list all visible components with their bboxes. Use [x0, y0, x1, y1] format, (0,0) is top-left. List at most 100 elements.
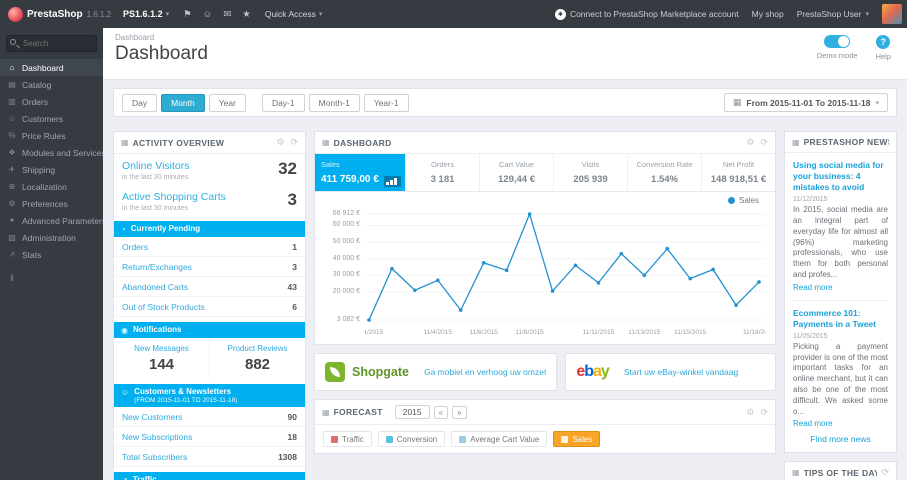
breadcrumb[interactable]: Dashboard — [115, 33, 895, 42]
refresh-icon[interactable]: ⟳ — [290, 137, 298, 148]
legend-dot-icon — [727, 197, 735, 204]
sidebar-item-dashboard[interactable]: ⌂ Dashboard — [0, 59, 103, 76]
online-visitors-link[interactable]: Online Visitors — [122, 160, 190, 172]
calendar-icon: ▦ — [732, 97, 742, 107]
new-subscriptions-link[interactable]: New Subscriptions — [122, 432, 192, 442]
average-cart-value-swatch-icon — [459, 435, 467, 443]
sidebar-item-stats[interactable]: ↗ Stats — [0, 246, 103, 263]
out-of-stock-link[interactable]: Out of Stock Products — [122, 302, 205, 312]
new-messages-label: New Messages — [134, 344, 189, 353]
forecast-prev-button[interactable]: « — [433, 405, 449, 419]
kpi-cart-value-value: 129,44 € — [498, 174, 535, 185]
ebay-promo-link[interactable]: Start uw eBay-winkel vandaag — [624, 367, 738, 377]
new-customers-row: New Customers 90 — [114, 407, 305, 427]
help-icon[interactable]: ? — [876, 35, 891, 49]
price-rules-icon: % — [8, 131, 16, 140]
demo-mode-toggle[interactable] — [824, 35, 851, 48]
refresh-icon[interactable]: ⟳ — [881, 467, 889, 478]
refresh-icon[interactable]: ⟳ — [760, 137, 768, 148]
module-promos: Shopgate Ga mobiel en verhoog uw omzet e… — [314, 353, 776, 391]
forecast-next-button[interactable]: » — [452, 405, 467, 419]
gear-icon[interactable]: ⚙ — [276, 137, 284, 148]
forecast-legend-item[interactable]: Traffic — [323, 431, 372, 447]
advanced-parameters-icon: ✦ — [8, 216, 16, 225]
prestashop-logo[interactable]: PrestaShop 1.6.1.2 — [0, 6, 119, 22]
orders-notification-icon[interactable]: ⚑ — [183, 9, 192, 20]
kpi-cart-value[interactable]: Cart Value 129,44 € — [479, 154, 553, 191]
return-exchanges-link[interactable]: Return/Exchanges — [122, 262, 192, 272]
main-area: Dashboard Dashboard Demo mode ? Help Day… — [103, 28, 907, 480]
total-subscribers-link[interactable]: Total Subscribers — [122, 452, 187, 462]
shop-name-dropdown[interactable]: PS1.6.1.2 ▾ — [123, 9, 169, 19]
my-shop-link[interactable]: My shop — [752, 9, 784, 19]
activity-overview-panel: ▦ ACTIVITY OVERVIEW ⚙ ⟳ Online Visitors … — [113, 131, 306, 480]
sidebar-item-localization[interactable]: ⊕ Localization — [0, 178, 103, 195]
shopgate-promo-card[interactable]: Shopgate Ga mobiel en verhoog uw omzet — [314, 353, 558, 391]
pending-orders-link[interactable]: Orders — [122, 242, 148, 252]
filter-month-1-button[interactable]: Month-1 — [308, 93, 360, 112]
filter-day-1-button[interactable]: Day-1 — [261, 93, 305, 112]
kpi-conversion-rate[interactable]: Conversion Rate 1.54% — [627, 154, 701, 191]
filter-year-button[interactable]: Year — [208, 93, 246, 112]
sidebar-item-advanced-parameters[interactable]: ✦ Advanced Parameters — [0, 212, 103, 229]
online-visitors-metric: Online Visitors in the last 30 minutes 3… — [114, 154, 305, 185]
sidebar-item-modules[interactable]: ❖ Modules and Services — [0, 144, 103, 161]
messages-notification-icon[interactable]: ✉ — [223, 9, 231, 20]
product-reviews-label: Product Reviews — [227, 344, 288, 353]
sidebar-item-shipping[interactable]: ✈ Shipping — [0, 161, 103, 178]
refresh-icon[interactable]: ⟳ — [760, 407, 768, 418]
user-avatar[interactable] — [882, 4, 902, 24]
kpi-net-profit[interactable]: Net Profit 148 918,51 € — [701, 154, 775, 191]
news-headline-link[interactable]: Ecommerce 101: Payments in a Tweet — [793, 308, 888, 330]
product-reviews-cell[interactable]: Product Reviews 882 — [210, 338, 305, 379]
new-messages-value: 144 — [148, 356, 175, 373]
date-range-picker[interactable]: ▦ From 2015-11-01 To 2015-11-18 ▾ — [723, 93, 888, 112]
customers-notification-icon[interactable]: ☺ — [203, 9, 213, 20]
user-name-label: PrestaShop User — [796, 9, 862, 19]
news-headline-link[interactable]: Using social media for your business: 4 … — [793, 160, 888, 193]
sidebar-item-administration[interactable]: ▨ Administration — [0, 229, 103, 246]
activity-panel-title: ACTIVITY OVERVIEW — [132, 137, 225, 148]
gear-icon[interactable]: ⚙ — [746, 407, 754, 418]
kpi-orders[interactable]: Orders 3 181 — [405, 154, 479, 191]
forecast-legend-item[interactable]: Sales — [553, 431, 601, 447]
read-more-link[interactable]: Read more — [793, 419, 833, 428]
shopgate-promo-link[interactable]: Ga mobiel en verhoog uw omzet — [424, 367, 546, 377]
kpi-visits[interactable]: Visits 205 939 — [553, 154, 627, 191]
favorites-notification-icon[interactable]: ★ — [242, 9, 251, 20]
sidebar-item-preferences[interactable]: ⚙ Preferences — [0, 195, 103, 212]
sidebar-item-customers[interactable]: ☺ Customers — [0, 110, 103, 127]
marketplace-link[interactable]: ✱ Connect to PrestaShop Marketplace acco… — [554, 8, 739, 20]
new-messages-cell[interactable]: New Messages 144 — [114, 338, 210, 379]
find-more-news-link[interactable]: Find more news — [793, 429, 888, 447]
filter-day-button[interactable]: Day — [122, 93, 158, 112]
online-visitors-value: 32 — [278, 159, 297, 178]
sidebar-item-label: Orders — [22, 96, 48, 107]
filter-year-1-button[interactable]: Year-1 — [363, 93, 409, 112]
sidebar-item-orders[interactable]: ▥ Orders — [0, 93, 103, 110]
new-customers-link[interactable]: New Customers — [122, 412, 182, 422]
abandoned-carts-link[interactable]: Abandoned Carts — [122, 282, 188, 292]
forecast-year-select[interactable]: 2015 — [394, 405, 430, 419]
active-carts-link[interactable]: Active Shopping Carts — [122, 191, 226, 203]
news-panel-header: ▦ PRESTASHOP NEWS — [785, 132, 896, 153]
filter-month-button[interactable]: Month — [161, 93, 205, 112]
news-panel-title: PRESTASHOP NEWS — [803, 137, 889, 147]
chart-legend[interactable]: Sales — [727, 196, 759, 205]
user-menu-dropdown[interactable]: PrestaShop User ▾ — [797, 9, 869, 19]
sidebar-item-price-rules[interactable]: % Price Rules — [0, 127, 103, 144]
search-input[interactable] — [6, 35, 97, 52]
out-of-stock-row: Out of Stock Products 6 — [114, 297, 305, 317]
gear-icon[interactable]: ⚙ — [746, 137, 754, 148]
forecast-legend-item[interactable]: Average Cart Value — [451, 431, 548, 447]
news-date: 11/12/2015 — [793, 196, 828, 204]
kpi-sales[interactable]: Sales 411 759,00 € — [315, 154, 405, 191]
forecast-panel-title: FORECAST — [333, 407, 383, 417]
sidebar-collapse-button[interactable]: ‖ — [10, 273, 30, 283]
sidebar-item-catalog[interactable]: ▤ Catalog — [0, 76, 103, 93]
quick-access-dropdown[interactable]: Quick Access ▾ — [265, 9, 323, 19]
ebay-promo-card[interactable]: ebay Start uw eBay-winkel vandaag — [565, 353, 776, 391]
read-more-link[interactable]: Read more — [793, 283, 833, 292]
forecast-legend-item[interactable]: Conversion — [377, 431, 446, 447]
new-customers-value: 90 — [287, 411, 297, 422]
